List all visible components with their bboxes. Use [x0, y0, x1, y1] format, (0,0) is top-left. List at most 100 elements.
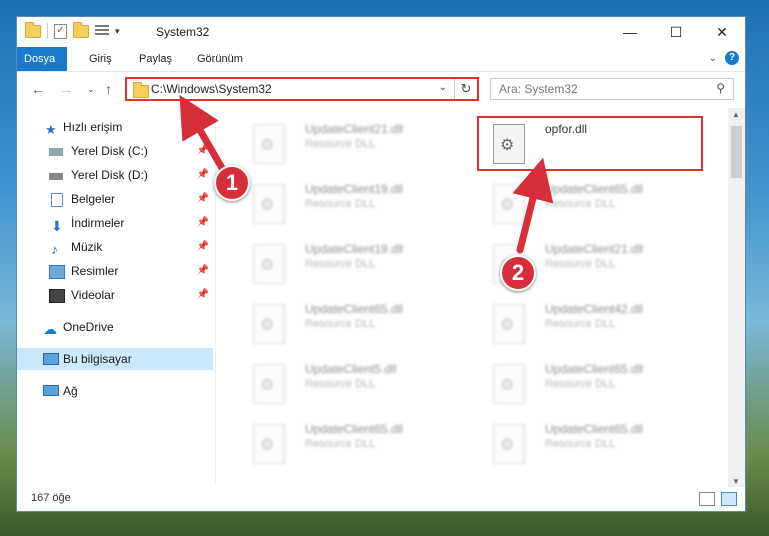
file-type: Resource DLL — [305, 318, 376, 330]
file-name: UpdateClient21.dll — [545, 242, 644, 256]
sidebar-item-onedrive[interactable]: ☁ OneDrive — [17, 316, 213, 338]
documents-icon — [51, 193, 63, 207]
step-1-badge: 1 — [214, 165, 250, 201]
explorer-window: ✓ ▾ System32 — ☐ ✕ Dosya Giriş Paylaş Gö… — [16, 16, 746, 512]
address-bar[interactable]: C:\Windows\System32 ⌄ ↻ — [125, 77, 479, 101]
file-item[interactable]: UpdateClient5.dll Resource DLL — [237, 358, 467, 412]
sidebar-item-label: Müzik — [71, 240, 103, 254]
search-placeholder[interactable]: Ara: System32 — [499, 82, 578, 96]
address-dropdown-icon[interactable]: ⌄ — [439, 82, 447, 93]
sidebar-item-label: OneDrive — [63, 320, 114, 334]
pin-icon[interactable]: 📌 — [197, 164, 209, 186]
file-type: Resource DLL — [545, 318, 616, 330]
sidebar-item-label: Hızlı erişim — [63, 120, 123, 134]
folder-icon — [133, 82, 149, 98]
dll-file-icon — [493, 304, 525, 344]
dll-file-icon — [253, 424, 285, 464]
tab-view[interactable]: Görünüm — [187, 47, 253, 71]
sidebar-item-music[interactable]: ♪ Müzik 📌 — [17, 236, 213, 258]
back-arrow-icon[interactable]: ← — [31, 81, 45, 97]
dll-file-icon — [253, 364, 285, 404]
file-item[interactable]: UpdateClient65.dll Resource DLL — [477, 418, 707, 472]
search-icon[interactable]: ⚲ — [716, 81, 725, 95]
pin-icon[interactable]: 📌 — [197, 140, 209, 162]
file-type: Resource DLL — [305, 198, 376, 210]
sidebar-item-label: Yerel Disk (C:) — [71, 144, 148, 158]
search-box[interactable]: Ara: System32 ⚲ — [490, 78, 734, 100]
sidebar-item-pictures[interactable]: Resimler 📌 — [17, 260, 213, 282]
file-item[interactable]: UpdateClient19.dll Resource DLL — [237, 238, 467, 292]
file-name: UpdateClient65.dll — [545, 362, 644, 376]
maximize-button[interactable]: ☐ — [653, 17, 699, 47]
computer-icon — [43, 353, 59, 365]
scroll-down-icon[interactable]: ▼ — [732, 477, 740, 486]
sidebar-item-network[interactable]: Ağ — [17, 380, 213, 402]
item-count: 167 öğe — [31, 492, 71, 504]
drive-icon — [49, 173, 63, 180]
file-item[interactable]: UpdateClient21.dll Resource DLL — [237, 118, 467, 172]
sidebar-item-quick-access[interactable]: ★ Hızlı erişim — [17, 116, 213, 138]
pin-icon[interactable]: 📌 — [197, 284, 209, 306]
pictures-icon — [49, 265, 65, 279]
navigation-bar: ← → ⌄ ↑ C:\Windows\System32 ⌄ ↻ Ara: Sys… — [17, 72, 745, 108]
tab-home[interactable]: Giriş — [79, 47, 122, 71]
opfor-highlight-box — [477, 116, 703, 171]
address-path[interactable]: C:\Windows\System32 — [151, 82, 272, 96]
up-arrow-icon[interactable]: ↑ — [105, 81, 112, 97]
file-name: UpdateClient21.dll — [305, 122, 404, 136]
pane-divider[interactable] — [215, 114, 216, 484]
properties-check-icon[interactable]: ✓ — [54, 23, 67, 39]
file-item[interactable]: UpdateClient19.dll Resource DLL — [237, 178, 467, 232]
forward-arrow-icon[interactable]: → — [59, 81, 73, 97]
expand-ribbon-icon[interactable]: ⌄ — [709, 53, 717, 64]
pin-icon[interactable]: 📌 — [197, 260, 209, 282]
dll-file-icon — [253, 304, 285, 344]
sidebar-item-drive-c[interactable]: Yerel Disk (C:) 📌 — [17, 140, 213, 162]
file-item[interactable]: UpdateClient65.dll Resource DLL — [477, 178, 707, 232]
tab-file[interactable]: Dosya — [17, 47, 67, 71]
sidebar-item-label: Yerel Disk (D:) — [71, 168, 148, 182]
file-item[interactable]: UpdateClient65.dll Resource DLL — [477, 358, 707, 412]
sidebar-item-documents[interactable]: Belgeler 📌 — [17, 188, 213, 210]
sidebar-item-label: Belgeler — [71, 192, 116, 206]
vertical-scrollbar[interactable]: ▲ ▼ — [728, 108, 745, 488]
tiles-view-icon[interactable] — [721, 492, 737, 506]
file-item[interactable]: UpdateClient42.dll Resource DLL — [477, 298, 707, 352]
dll-file-icon — [253, 244, 285, 284]
sidebar-item-label: İndirmeler — [71, 216, 125, 230]
view-switcher — [699, 492, 737, 506]
sidebar-item-label: Videolar — [71, 288, 115, 302]
file-type: Resource DLL — [305, 378, 376, 390]
file-type: Resource DLL — [545, 258, 616, 270]
sidebar-item-drive-d[interactable]: Yerel Disk (D:) 📌 — [17, 164, 213, 186]
music-icon: ♪ — [51, 241, 58, 257]
file-type: Resource DLL — [545, 378, 616, 390]
file-name: UpdateClient65.dll — [305, 302, 404, 316]
scroll-up-icon[interactable]: ▲ — [732, 110, 740, 119]
cloud-icon: ☁ — [43, 321, 57, 337]
minimize-button[interactable]: — — [607, 17, 653, 47]
network-icon — [43, 385, 59, 396]
pin-icon[interactable]: 📌 — [197, 236, 209, 258]
qat-dropdown-icon[interactable]: ▾ — [115, 26, 120, 37]
file-type: Resource DLL — [305, 438, 376, 450]
scroll-thumb[interactable] — [731, 126, 742, 178]
pin-icon[interactable]: 📌 — [197, 212, 209, 234]
sidebar-item-this-pc[interactable]: Bu bilgisayar — [17, 348, 213, 370]
file-item[interactable]: UpdateClient65.dll Resource DLL — [237, 298, 467, 352]
help-icon[interactable]: ? — [725, 51, 739, 65]
close-button[interactable]: ✕ — [699, 17, 745, 47]
details-view-icon[interactable] — [699, 492, 715, 506]
sidebar-item-downloads[interactable]: ⬇ İndirmeler 📌 — [17, 212, 213, 234]
recent-dropdown-icon[interactable]: ⌄ — [87, 84, 95, 95]
sidebar-item-videos[interactable]: Videolar 📌 — [17, 284, 213, 306]
refresh-icon[interactable]: ↻ — [454, 79, 477, 99]
pin-icon[interactable]: 📌 — [197, 188, 209, 210]
videos-icon — [49, 289, 65, 303]
sidebar-item-label: Resimler — [71, 264, 119, 278]
new-folder-icon[interactable] — [73, 21, 89, 38]
file-item[interactable]: UpdateClient65.dll Resource DLL — [237, 418, 467, 472]
tab-share[interactable]: Paylaş — [129, 47, 182, 71]
customize-icon[interactable] — [95, 25, 109, 37]
title-bar: ✓ ▾ System32 — ☐ ✕ — [17, 17, 745, 47]
